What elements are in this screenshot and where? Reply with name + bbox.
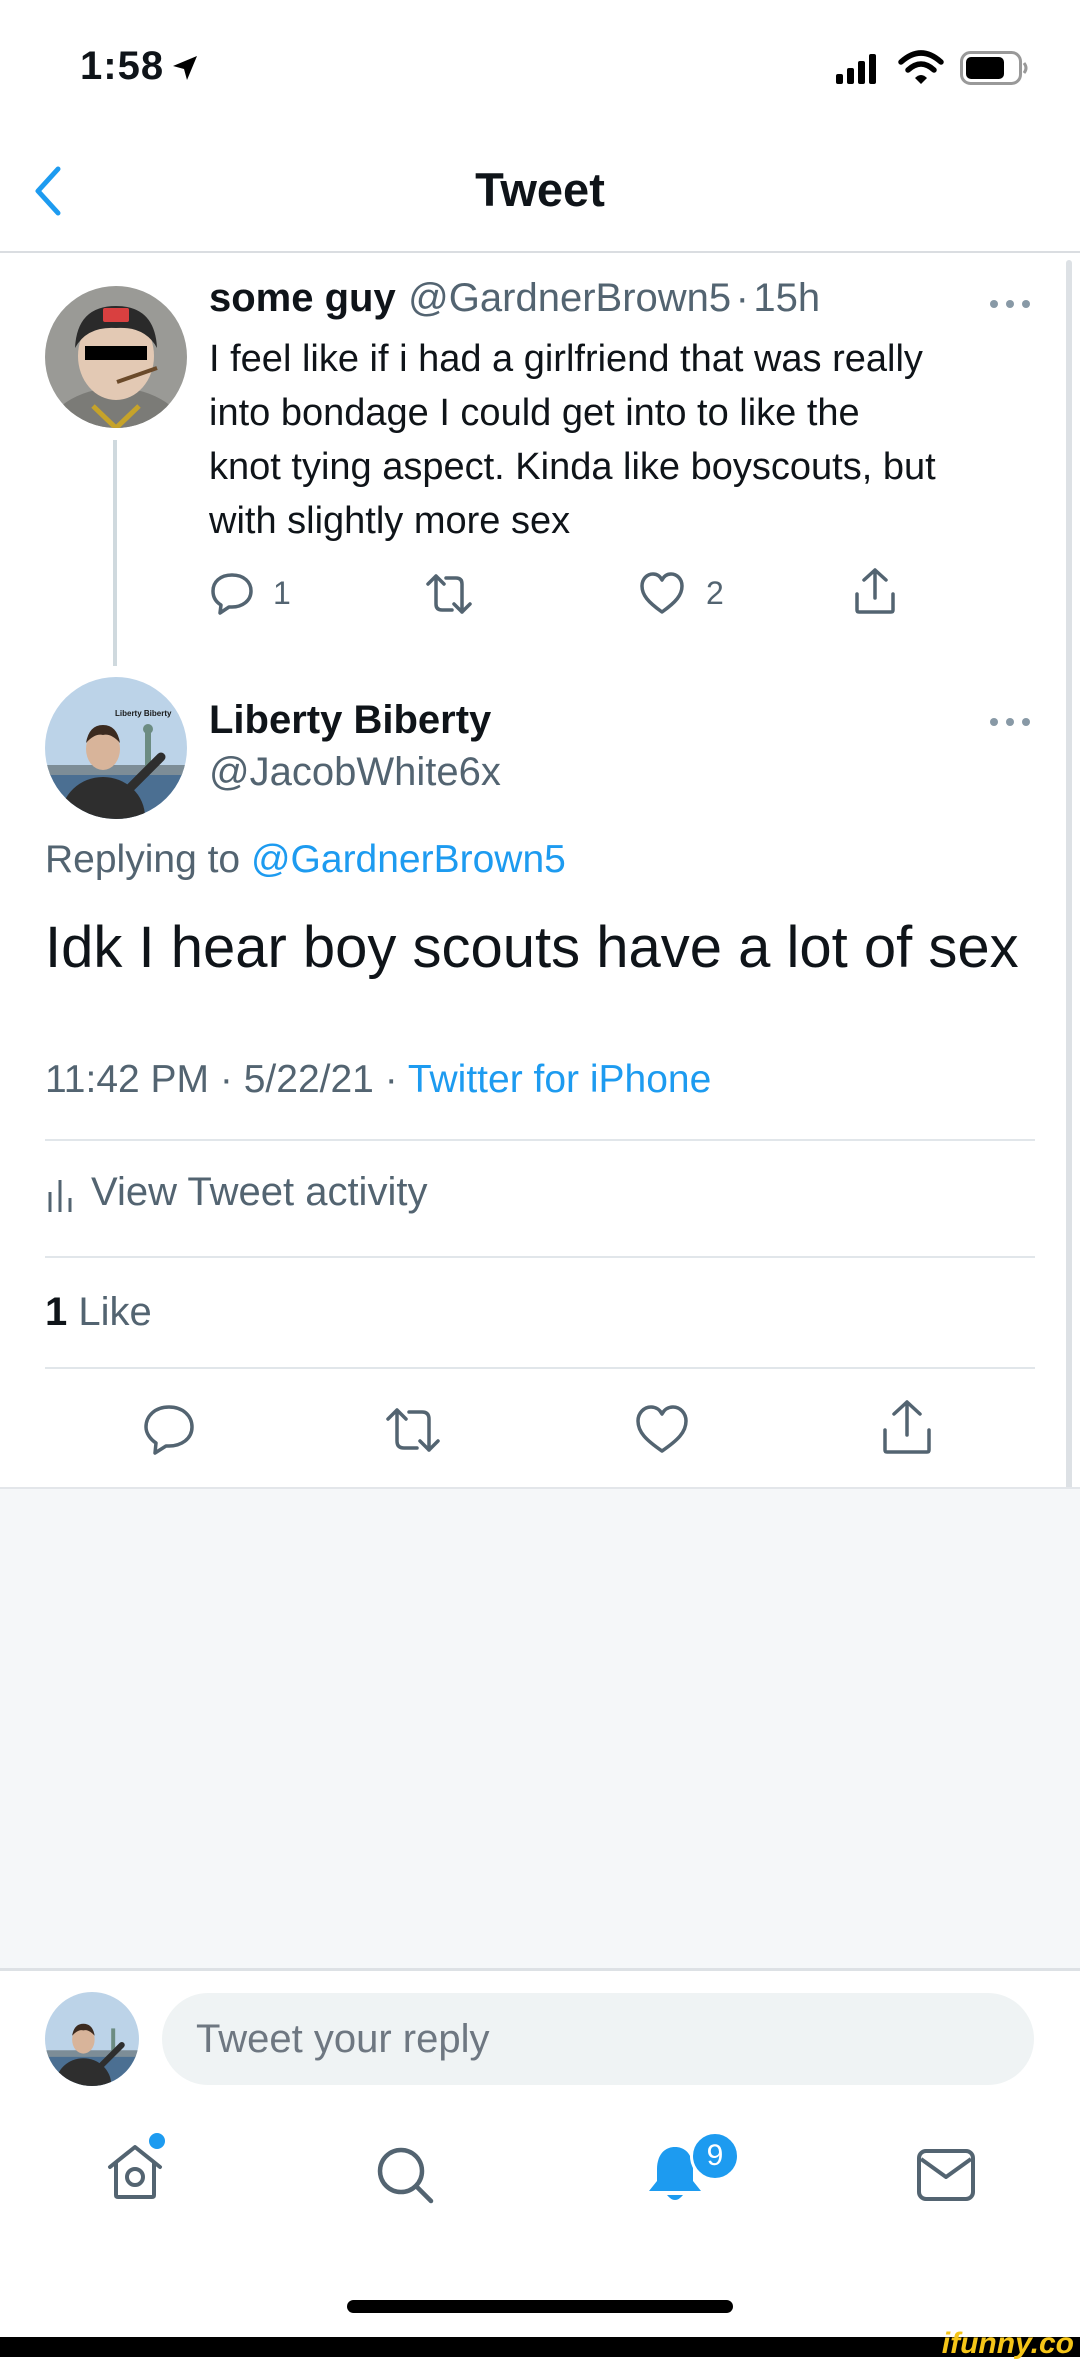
home-unread-dot xyxy=(149,2133,165,2149)
view-activity-label: View Tweet activity xyxy=(91,1170,428,1214)
parent-tweet-line: into bondage I could get into to like th… xyxy=(209,392,860,434)
nav-divider xyxy=(0,251,1080,253)
parent-share-button[interactable] xyxy=(852,566,898,616)
thread-connector xyxy=(113,440,117,666)
tab-search[interactable] xyxy=(374,2144,436,2206)
parent-tweet-header: some guy @GardnerBrown5 · 15h xyxy=(209,276,820,321)
likes-label: Like xyxy=(78,1290,152,1334)
parent-tweet-line: knot tying aspect. Kinda like boyscouts,… xyxy=(209,446,936,488)
reply-input-container[interactable] xyxy=(162,1993,1034,2085)
meta-separator: · xyxy=(384,1058,398,1101)
heart-icon xyxy=(640,572,684,614)
replying-handle-link[interactable]: @GardnerBrown5 xyxy=(251,838,566,881)
share-icon xyxy=(883,1400,931,1454)
home-indicator xyxy=(347,2300,733,2313)
parent-tweet-age: 15h xyxy=(753,276,821,320)
parent-tweet-line: with slightly more sex xyxy=(209,500,571,542)
reply-button[interactable] xyxy=(142,1403,196,1455)
compose-divider xyxy=(0,1968,1080,1971)
tab-home[interactable] xyxy=(104,2141,166,2203)
parent-tweet-avatar[interactable] xyxy=(45,286,187,428)
watermark: ifunny.co xyxy=(941,2327,1074,2360)
battery-icon xyxy=(960,51,1030,85)
signal-icon xyxy=(836,54,880,84)
watermark-strip xyxy=(0,2337,1080,2357)
reply-count: 1 xyxy=(273,574,291,611)
page-title: Tweet xyxy=(475,163,605,216)
empty-replies-area xyxy=(0,1487,1080,1969)
retweet-icon xyxy=(386,1408,440,1452)
retweet-button[interactable] xyxy=(384,1405,442,1455)
meta-separator: · xyxy=(219,1058,233,1101)
parent-like-button[interactable]: 2 xyxy=(638,570,724,616)
like-count: 2 xyxy=(706,574,724,611)
replying-to: Replying to @GardnerBrown5 xyxy=(45,838,566,882)
share-icon xyxy=(855,568,895,614)
parent-reply-button[interactable]: 1 xyxy=(209,570,291,616)
parent-tweet-text: I feel like if i had a girlfriend that w… xyxy=(209,332,1049,548)
reply-icon xyxy=(211,573,253,615)
main-tweet-avatar[interactable]: Liberty Biberty xyxy=(45,677,187,819)
like-button[interactable] xyxy=(634,1403,690,1455)
tweet-time: 11:42 PM xyxy=(45,1058,210,1101)
tweet-source-link[interactable]: Twitter for iPhone xyxy=(408,1058,711,1101)
share-button[interactable] xyxy=(880,1398,934,1456)
main-tweet-text: Idk I hear boy scouts have a lot of sex xyxy=(45,915,1019,980)
likes-count: 1 xyxy=(45,1290,68,1334)
parent-retweet-button[interactable] xyxy=(424,572,474,616)
reply-input[interactable] xyxy=(196,1993,996,2085)
more-options-icon[interactable] xyxy=(988,296,1036,312)
main-author-handle[interactable]: @JacobWhite6x xyxy=(209,750,501,795)
divider xyxy=(45,1139,1035,1141)
retweet-icon xyxy=(426,574,472,614)
wifi-icon xyxy=(898,50,944,86)
tweet-meta: 11:42 PM · 5/22/21 · Twitter for iPhone xyxy=(45,1058,711,1102)
divider xyxy=(45,1367,1035,1369)
mail-icon xyxy=(917,2149,975,2201)
view-activity-button[interactable]: View Tweet activity xyxy=(45,1170,427,1215)
more-options-icon[interactable] xyxy=(988,714,1036,730)
notifications-badge: 9 xyxy=(690,2131,740,2181)
analytics-icon xyxy=(48,1179,72,1212)
status-time: 1:58 xyxy=(80,44,200,89)
parent-author-name[interactable]: some guy xyxy=(209,276,396,320)
tab-messages[interactable] xyxy=(915,2147,977,2203)
heart-icon xyxy=(636,1405,688,1453)
location-arrow-icon xyxy=(170,53,200,83)
header-separator: · xyxy=(735,276,749,320)
replying-prefix: Replying to xyxy=(45,838,251,881)
main-author-name[interactable]: Liberty Biberty xyxy=(209,698,491,743)
avatar-caption: Liberty Biberty xyxy=(115,709,172,718)
reply-icon xyxy=(144,1405,194,1455)
compose-avatar xyxy=(45,1992,139,2086)
parent-tweet-line: I feel like if i had a girlfriend that w… xyxy=(209,338,923,380)
home-icon xyxy=(108,2145,162,2199)
tweet-date: 5/22/21 xyxy=(243,1058,374,1101)
divider xyxy=(45,1256,1035,1258)
likes-summary[interactable]: 1 Like xyxy=(45,1290,152,1335)
parent-author-handle[interactable]: @GardnerBrown5 xyxy=(408,276,731,320)
search-icon xyxy=(377,2147,434,2204)
